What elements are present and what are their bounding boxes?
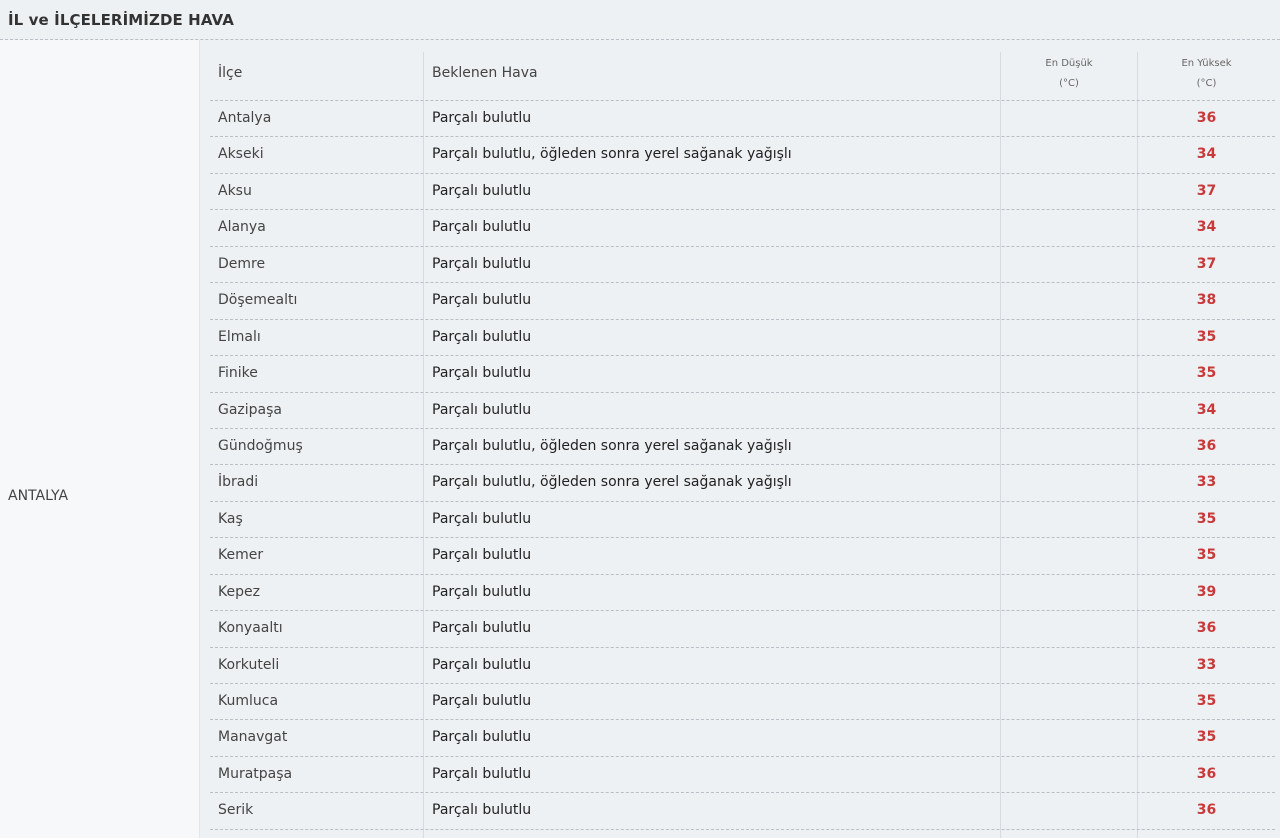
table-row: Finike Parçalı bulutlu 35 xyxy=(210,356,1275,393)
district-name: Aksu xyxy=(218,182,252,199)
district-name: Serik xyxy=(218,802,254,819)
district-name: Kepez xyxy=(218,583,260,600)
section-title: İL ve İLÇELERİMİZDE HAVA xyxy=(8,11,234,29)
table-row: Gündoğmuş Parçalı bulutlu, öğleden sonra … xyxy=(210,429,1275,466)
table-row: Kepez Parçalı bulutlu 39 xyxy=(210,575,1275,612)
max-temperature: 33 xyxy=(1196,656,1217,673)
district-name: Manavgat xyxy=(218,729,288,746)
max-temperature: 35 xyxy=(1196,510,1217,527)
district-column-header: İlçe xyxy=(218,65,243,81)
expected-weather: Parçalı bulutlu xyxy=(432,729,532,746)
table-row: Demre Parçalı bulutlu 37 xyxy=(210,247,1275,284)
district-name: Alanya xyxy=(218,219,266,236)
district-name: Gazipaşa xyxy=(218,401,283,418)
max-temperature: 34 xyxy=(1196,401,1217,418)
table-row: Korkuteli Parçalı bulutlu 33 xyxy=(210,648,1275,684)
district-name: Elmalı xyxy=(218,328,261,345)
table-row: Gazipaşa Parçalı bulutlu 34 xyxy=(210,393,1275,429)
max-temperature: 36 xyxy=(1196,437,1217,454)
district-name: Demre xyxy=(218,255,266,272)
table-header: İlçe Beklenen Hava En Düşük (°C) En Yüks… xyxy=(210,52,1275,101)
max-temperature: 35 xyxy=(1196,693,1217,709)
table-row: Antalya Parçalı bulutlu 36 xyxy=(210,101,1275,138)
max-temperature: 37 xyxy=(1196,182,1217,199)
expected-weather: Parçalı bulutlu xyxy=(432,656,532,673)
table-row: Akseki Parçalı bulutlu, öğleden sonra yer… xyxy=(210,137,1275,174)
district-name: Konyaaltı xyxy=(218,620,283,637)
district-name: İbradi xyxy=(218,474,259,491)
expected-weather: Parçalı bulutlu xyxy=(432,255,532,272)
max-temperature: 38 xyxy=(1196,292,1217,309)
expected-weather: Parçalı bulutlu xyxy=(432,583,532,600)
section-header: İL ve İLÇELERİMİZDE HAVA xyxy=(0,0,1280,40)
district-name: Akseki xyxy=(218,146,264,163)
expected-weather: Parçalı bulutlu, öğleden sonra yerel sağ… xyxy=(432,437,792,454)
expected-weather: Parçalı bulutlu xyxy=(432,620,532,637)
province-cell: ANTALYA xyxy=(0,40,200,838)
district-name: Döşemealtı xyxy=(218,292,298,309)
expected-weather: Parçalı bulutlu xyxy=(432,182,532,199)
expected-weather: Parçalı bulutlu xyxy=(432,219,532,236)
district-name: Kaş xyxy=(218,510,243,527)
expected-weather: Parçalı bulutlu xyxy=(432,328,532,345)
district-name: Korkuteli xyxy=(218,656,280,673)
max-temperature: 35 xyxy=(1196,365,1217,382)
expected-weather: Parçalı bulutlu xyxy=(432,802,532,819)
district-name: Finike xyxy=(218,365,258,382)
expected-weather: Parçalı bulutlu, öğleden sonra yerel sağ… xyxy=(432,146,792,163)
table-row: Döşemealtı Parçalı bulutlu 38 xyxy=(210,283,1275,320)
max-temperature: 36 xyxy=(1196,620,1217,637)
expected-weather: Parçalı bulutlu xyxy=(432,110,532,126)
max-temperature: 35 xyxy=(1196,729,1217,746)
table-row: Aksu Parçalı bulutlu 37 xyxy=(210,174,1275,211)
min-temp-column-header: En Düşük (°C) xyxy=(1045,58,1093,89)
max-temperature: 36 xyxy=(1196,802,1217,819)
table-row: Serik Parçalı bulutlu 36 xyxy=(210,793,1275,830)
table-row: Konyaaltı Parçalı bulutlu 36 xyxy=(210,611,1275,648)
max-temperature: 35 xyxy=(1196,547,1217,564)
district-name: Muratpaşa xyxy=(218,765,293,782)
district-weather-table: İlçe Beklenen Hava En Düşük (°C) En Yüks… xyxy=(210,52,1275,838)
weather-column-header: Beklenen Hava xyxy=(432,65,538,81)
expected-weather: Parçalı bulutlu xyxy=(432,510,532,527)
max-temperature: 34 xyxy=(1196,219,1217,236)
table-row: Kumluca Parçalı bulutlu 35 xyxy=(210,684,1275,721)
max-temperature: 33 xyxy=(1196,474,1217,491)
table-row: Alanya Parçalı bulutlu 34 xyxy=(210,210,1275,247)
max-temperature: 36 xyxy=(1196,765,1217,782)
max-temperature: 37 xyxy=(1196,255,1217,272)
expected-weather: Parçalı bulutlu, öğleden sonra yerel sağ… xyxy=(432,474,792,491)
province-name: ANTALYA xyxy=(8,488,69,504)
table-row: Manavgat Parçalı bulutlu 35 xyxy=(210,720,1275,757)
table-row: Kaş Parçalı bulutlu 35 xyxy=(210,502,1275,539)
max-temperature: 35 xyxy=(1196,328,1217,345)
table-row: Elmalı Parçalı bulutlu 35 xyxy=(210,320,1275,357)
max-temperature: 36 xyxy=(1196,110,1217,126)
expected-weather: Parçalı bulutlu xyxy=(432,292,532,309)
expected-weather: Parçalı bulutlu xyxy=(432,401,532,418)
table-row: İbradi Parçalı bulutlu, öğleden sonra yer… xyxy=(210,465,1275,502)
expected-weather: Parçalı bulutlu xyxy=(432,365,532,382)
expected-weather: Parçalı bulutlu xyxy=(432,765,532,782)
table-body: Antalya Parçalı bulutlu 36 Akseki Parçalı bu… xyxy=(210,101,1275,830)
max-temperature: 39 xyxy=(1196,583,1217,600)
expected-weather: Parçalı bulutlu xyxy=(432,693,532,709)
table-row: Kemer Parçalı bulutlu 35 xyxy=(210,538,1275,575)
table-row: Muratpaşa Parçalı bulutlu 36 xyxy=(210,757,1275,794)
district-name: Kemer xyxy=(218,547,264,564)
max-temp-column-header: En Yüksek (°C) xyxy=(1181,58,1232,89)
district-name: Kumluca xyxy=(218,693,279,709)
district-name: Antalya xyxy=(218,110,272,126)
district-name: Gündoğmuş xyxy=(218,437,303,454)
max-temperature: 34 xyxy=(1196,146,1217,163)
expected-weather: Parçalı bulutlu xyxy=(432,547,532,564)
